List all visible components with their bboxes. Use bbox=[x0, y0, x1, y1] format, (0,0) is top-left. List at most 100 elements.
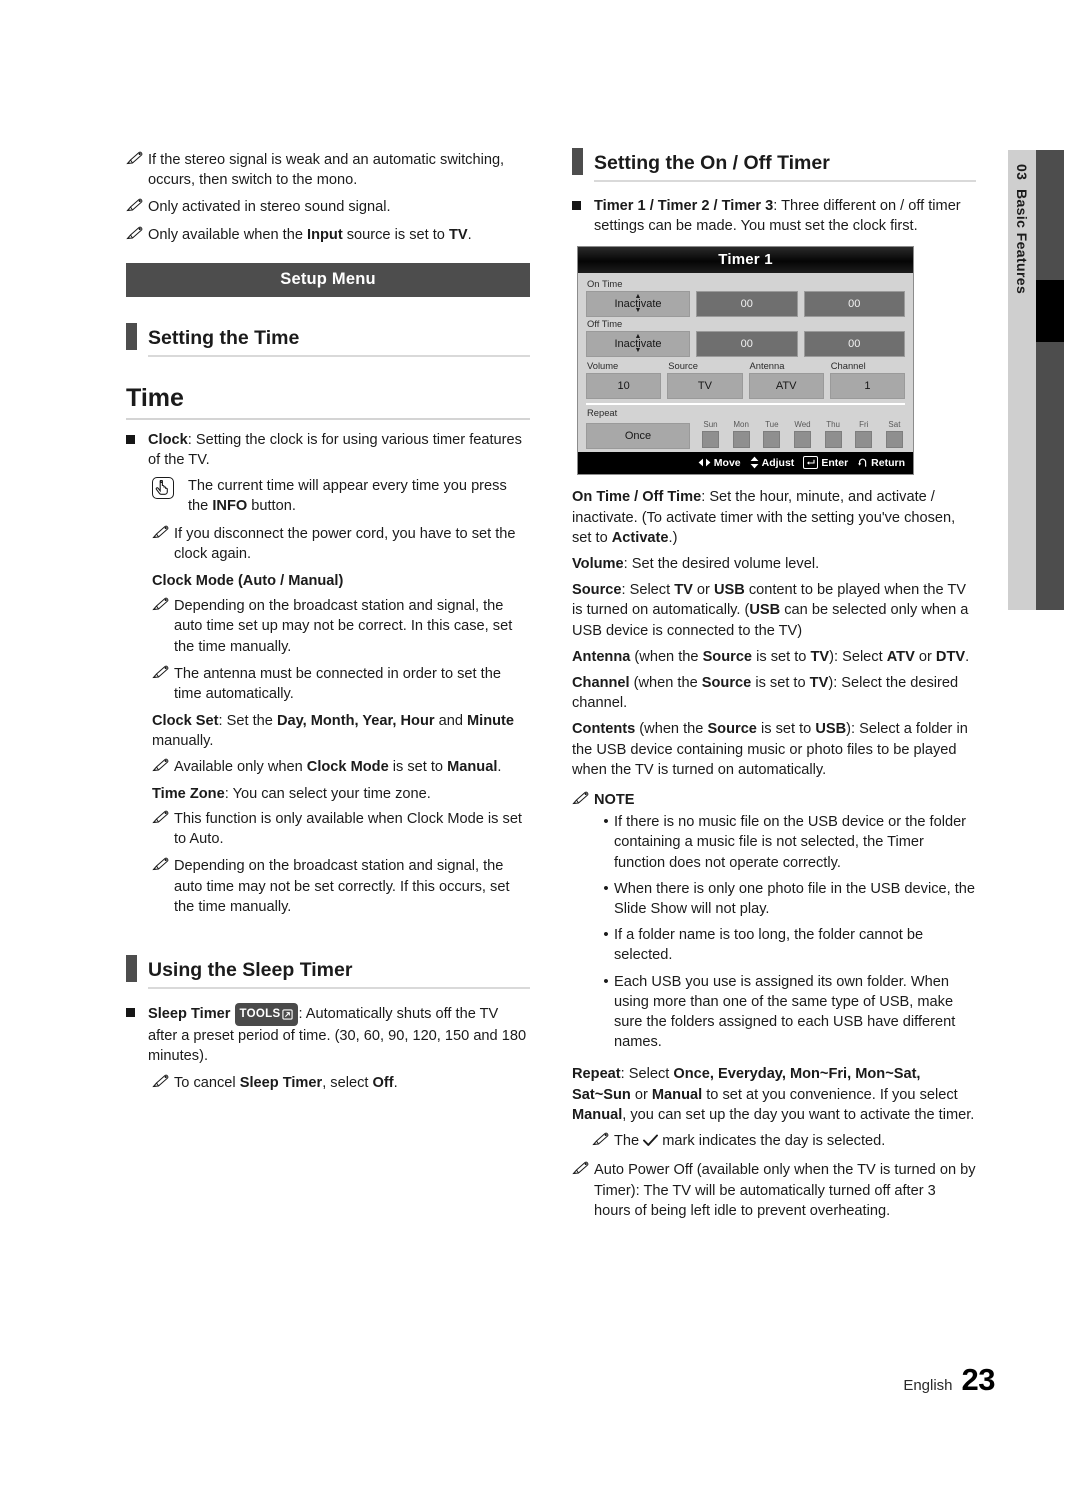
square-bullet-icon bbox=[126, 1003, 148, 1018]
day-tue: Tue bbox=[763, 420, 781, 449]
antenna-value: ATV bbox=[775, 380, 797, 393]
note-heading: NOTE bbox=[594, 790, 976, 810]
off-time-minute-field[interactable]: 00 bbox=[803, 331, 905, 358]
note-power-cord: If you disconnect the power cord, you ha… bbox=[152, 524, 530, 564]
day-checkbox[interactable] bbox=[732, 431, 750, 449]
note-text: Auto Power Off (available only when the … bbox=[594, 1162, 976, 1219]
desc-contents: Contents (when the Source is set to USB)… bbox=[572, 719, 976, 780]
info-button-icon bbox=[152, 477, 174, 500]
t: button. bbox=[247, 498, 296, 515]
up-down-arrow-icon bbox=[750, 457, 759, 469]
subheading-clock-mode: Clock Mode (Auto / Manual) bbox=[152, 571, 530, 591]
volume-value: 10 bbox=[617, 380, 630, 393]
hint-move: Move bbox=[698, 457, 741, 469]
list-item-text: If there is no music file on the USB dev… bbox=[614, 814, 967, 871]
chevron-up-icon: ▲ bbox=[634, 293, 642, 301]
t: and bbox=[434, 713, 468, 730]
on-time-state-field[interactable]: ▲ Inactivate ▼ bbox=[586, 291, 690, 318]
day-thu: Thu bbox=[824, 420, 842, 449]
t: : Set the desired volume level. bbox=[623, 556, 820, 573]
right-column: Setting the On / Off Timer Timer 1 / Tim… bbox=[572, 148, 976, 1228]
hint-enter: Enter bbox=[803, 456, 848, 470]
t: Available only when bbox=[174, 758, 307, 775]
bullet-dot-icon: • bbox=[603, 813, 609, 831]
chevron-down-icon: ▼ bbox=[634, 307, 642, 315]
t: Clock Set bbox=[152, 713, 219, 730]
pencil-icon bbox=[152, 664, 174, 679]
t: is set to bbox=[756, 721, 816, 738]
desc-channel: Channel (when the Source is set to TV): … bbox=[572, 673, 976, 713]
source-field-group: Source TV bbox=[667, 359, 743, 400]
day-checkbox[interactable] bbox=[763, 431, 781, 449]
square-bullet-icon bbox=[126, 430, 148, 444]
note-info-button: The current time will appear every time … bbox=[152, 476, 530, 516]
desc-source: Source: Select TV or USB content to be p… bbox=[572, 580, 976, 641]
chapter-title: Basic Features bbox=[1014, 188, 1030, 295]
t: Clock Mode (Auto / Manual) bbox=[152, 573, 344, 590]
note-text: This function is only available when Clo… bbox=[174, 811, 522, 848]
t: Repeat bbox=[572, 1066, 621, 1083]
chapter-tab-marker bbox=[1036, 280, 1064, 342]
section-title: Using the Sleep Timer bbox=[148, 959, 353, 982]
day-checkbox[interactable] bbox=[793, 431, 811, 449]
source-value: TV bbox=[697, 380, 712, 393]
t: Clock Mode bbox=[306, 758, 389, 775]
day-sat: Sat bbox=[885, 420, 903, 449]
chevron-down-icon: ▼ bbox=[634, 347, 642, 355]
day-checkbox[interactable] bbox=[855, 431, 873, 449]
off-time-minute-value: 00 bbox=[848, 338, 861, 351]
note-bullet-wrapper: • If there is no music file on the USB de… bbox=[598, 812, 976, 1052]
t: NOTE bbox=[594, 792, 635, 809]
t: Minute bbox=[467, 713, 515, 730]
day-label: Fri bbox=[859, 420, 869, 430]
off-time-hour-value: 00 bbox=[740, 338, 753, 351]
chapter-tab-dark-strip bbox=[1036, 150, 1064, 610]
t: manually. bbox=[152, 733, 214, 750]
t: USB bbox=[815, 721, 847, 738]
on-time-hour-field[interactable]: 00 bbox=[696, 291, 798, 318]
note-cancel-sleep-timer: To cancel Sleep Timer, select Off. bbox=[152, 1073, 530, 1093]
t: Manual bbox=[572, 1106, 623, 1123]
manual-page: 03 Basic Features If the stereo signal i… bbox=[0, 0, 1080, 1498]
tv-menu-body: On Time ▲ Inactivate ▼ 00 00 Off Time ▲ … bbox=[578, 273, 913, 452]
day-fri: Fri bbox=[855, 420, 873, 449]
t: ATV bbox=[886, 648, 915, 665]
source-field[interactable]: TV bbox=[667, 373, 743, 400]
volume-field-group: Volume 10 bbox=[586, 359, 662, 400]
on-time-row: ▲ Inactivate ▼ 00 00 bbox=[586, 291, 905, 318]
t: Manual bbox=[447, 758, 498, 775]
antenna-field[interactable]: ATV bbox=[748, 373, 824, 400]
section-title: Setting the Time bbox=[148, 326, 300, 349]
channel-field[interactable]: 1 bbox=[829, 373, 905, 400]
note-text: If you disconnect the power cord, you ha… bbox=[174, 525, 516, 562]
enter-key-icon bbox=[803, 456, 819, 470]
volume-field[interactable]: 10 bbox=[586, 373, 662, 400]
setup-menu-banner: Setup Menu bbox=[126, 262, 530, 297]
day-label: Wed bbox=[794, 420, 811, 430]
note-time-zone-2: Depending on the broadcast station and s… bbox=[152, 856, 530, 917]
return-arrow-icon bbox=[858, 459, 867, 468]
t: is set to bbox=[388, 758, 448, 775]
tv-menu-title: Timer 1 bbox=[578, 247, 913, 274]
antenna-field-group: Antenna ATV bbox=[748, 359, 824, 400]
on-time-hour-value: 00 bbox=[740, 298, 753, 311]
square-bullet-icon bbox=[572, 196, 594, 210]
day-checkbox[interactable] bbox=[885, 431, 903, 449]
repeat-field[interactable]: Once bbox=[586, 423, 690, 450]
hint-move-label: Move bbox=[713, 456, 741, 469]
day-sun: Sun bbox=[702, 420, 719, 449]
day-wed: Wed bbox=[793, 420, 811, 449]
t: source is set to bbox=[342, 226, 449, 243]
on-time-minute-field[interactable]: 00 bbox=[803, 291, 905, 318]
list-item: • When there is only one photo file in th… bbox=[598, 879, 976, 919]
section-rule bbox=[148, 987, 530, 990]
day-checkbox[interactable] bbox=[702, 431, 719, 449]
t: Sleep Timer bbox=[148, 1006, 231, 1023]
left-column: If the stereo signal is weak and an auto… bbox=[126, 150, 530, 1100]
day-checkbox[interactable] bbox=[824, 431, 842, 449]
t: is set to bbox=[752, 648, 811, 665]
pencil-icon bbox=[152, 1073, 174, 1088]
off-time-hour-field[interactable]: 00 bbox=[696, 331, 798, 358]
off-time-state-field[interactable]: ▲ Inactivate ▼ bbox=[586, 331, 690, 358]
list-item: • If there is no music file on the USB de… bbox=[598, 812, 976, 873]
